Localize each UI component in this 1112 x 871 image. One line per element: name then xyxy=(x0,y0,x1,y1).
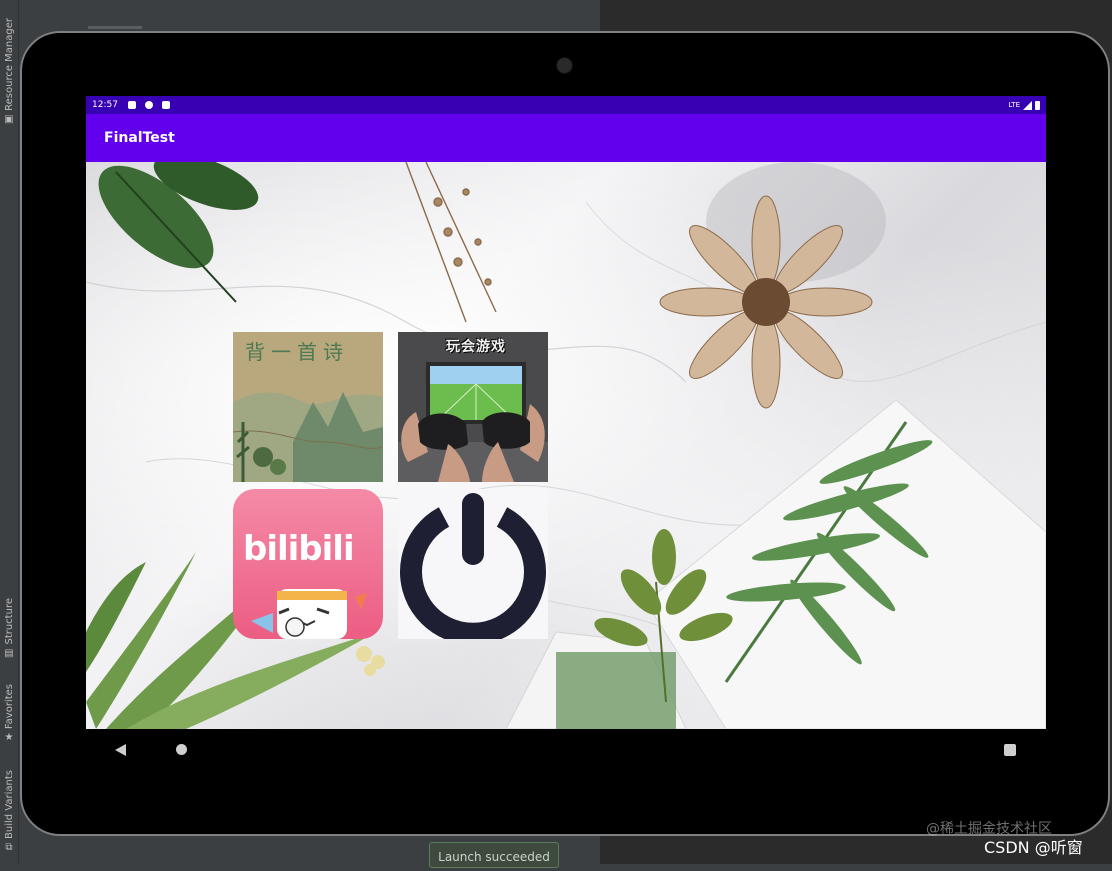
build-variants-label: Build Variants xyxy=(3,770,15,839)
yellow-flowers xyxy=(356,646,385,676)
resource-manager-icon: ▣ xyxy=(4,113,14,125)
bilibili-logo-text: bilibili xyxy=(243,529,355,569)
dried-flower xyxy=(659,162,886,409)
signal-icon xyxy=(1023,100,1032,110)
status-right: LTE xyxy=(1008,100,1040,110)
tile-power-button[interactable] xyxy=(398,489,548,639)
small-card xyxy=(505,631,687,729)
tile-game-button[interactable]: 玩会游戏 xyxy=(398,332,548,482)
tool-window-build-variants[interactable]: Build Variants ⧉ xyxy=(0,770,18,856)
leaves-top-left xyxy=(98,162,259,303)
nav-home-icon[interactable] xyxy=(176,744,187,755)
dried-sprigs xyxy=(405,162,497,323)
star-icon: ★ xyxy=(4,732,14,744)
camera-lens xyxy=(556,57,573,74)
nav-back-icon[interactable] xyxy=(115,744,126,756)
watermark-csdn: CSDN @听窗 xyxy=(984,838,1083,857)
tile-poem-button[interactable]: 背一首诗 xyxy=(233,332,383,482)
tile-bilibili-button[interactable]: bilibili xyxy=(233,489,383,639)
resource-manager-label: Resource Manager xyxy=(3,18,15,111)
structure-icon: ▤ xyxy=(4,647,14,659)
power-icon xyxy=(400,493,546,639)
android-screen: 12:57 LTE FinalTest 背一首诗 玩会游戏 bilibili xyxy=(86,96,1046,729)
card-palm xyxy=(645,399,1046,729)
nav-recents-icon[interactable] xyxy=(1004,744,1016,756)
status-bar: 12:57 LTE xyxy=(86,96,1046,114)
background-decoration xyxy=(86,162,1046,729)
favorites-label: Favorites xyxy=(3,684,15,730)
game-title-text: 玩会游戏 xyxy=(446,339,506,355)
launch-toast: Launch succeeded xyxy=(429,842,559,868)
tool-window-favorites[interactable]: Favorites ★ xyxy=(0,684,18,746)
structure-label: Structure xyxy=(3,598,15,645)
notification-icon-b xyxy=(144,101,153,109)
network-type: LTE xyxy=(1008,101,1020,109)
background-marble: 背一首诗 玩会游戏 bilibili xyxy=(86,162,1046,729)
sd-card-icon xyxy=(161,101,170,109)
poem-title-text: 背一首诗 xyxy=(245,340,349,364)
tool-window-structure[interactable]: Structure ▤ xyxy=(0,598,18,662)
app-title: FinalTest xyxy=(104,130,175,146)
tool-window-resource-manager[interactable]: Resource Manager ▣ xyxy=(0,18,18,128)
battery-icon xyxy=(1035,100,1040,110)
notification-icon-a xyxy=(127,101,136,109)
app-bar: FinalTest xyxy=(86,114,1046,162)
android-nav-bar xyxy=(86,729,1046,771)
build-variants-icon: ⧉ xyxy=(5,841,13,853)
status-time: 12:57 xyxy=(92,100,118,110)
ide-tab-indicator xyxy=(88,26,142,29)
